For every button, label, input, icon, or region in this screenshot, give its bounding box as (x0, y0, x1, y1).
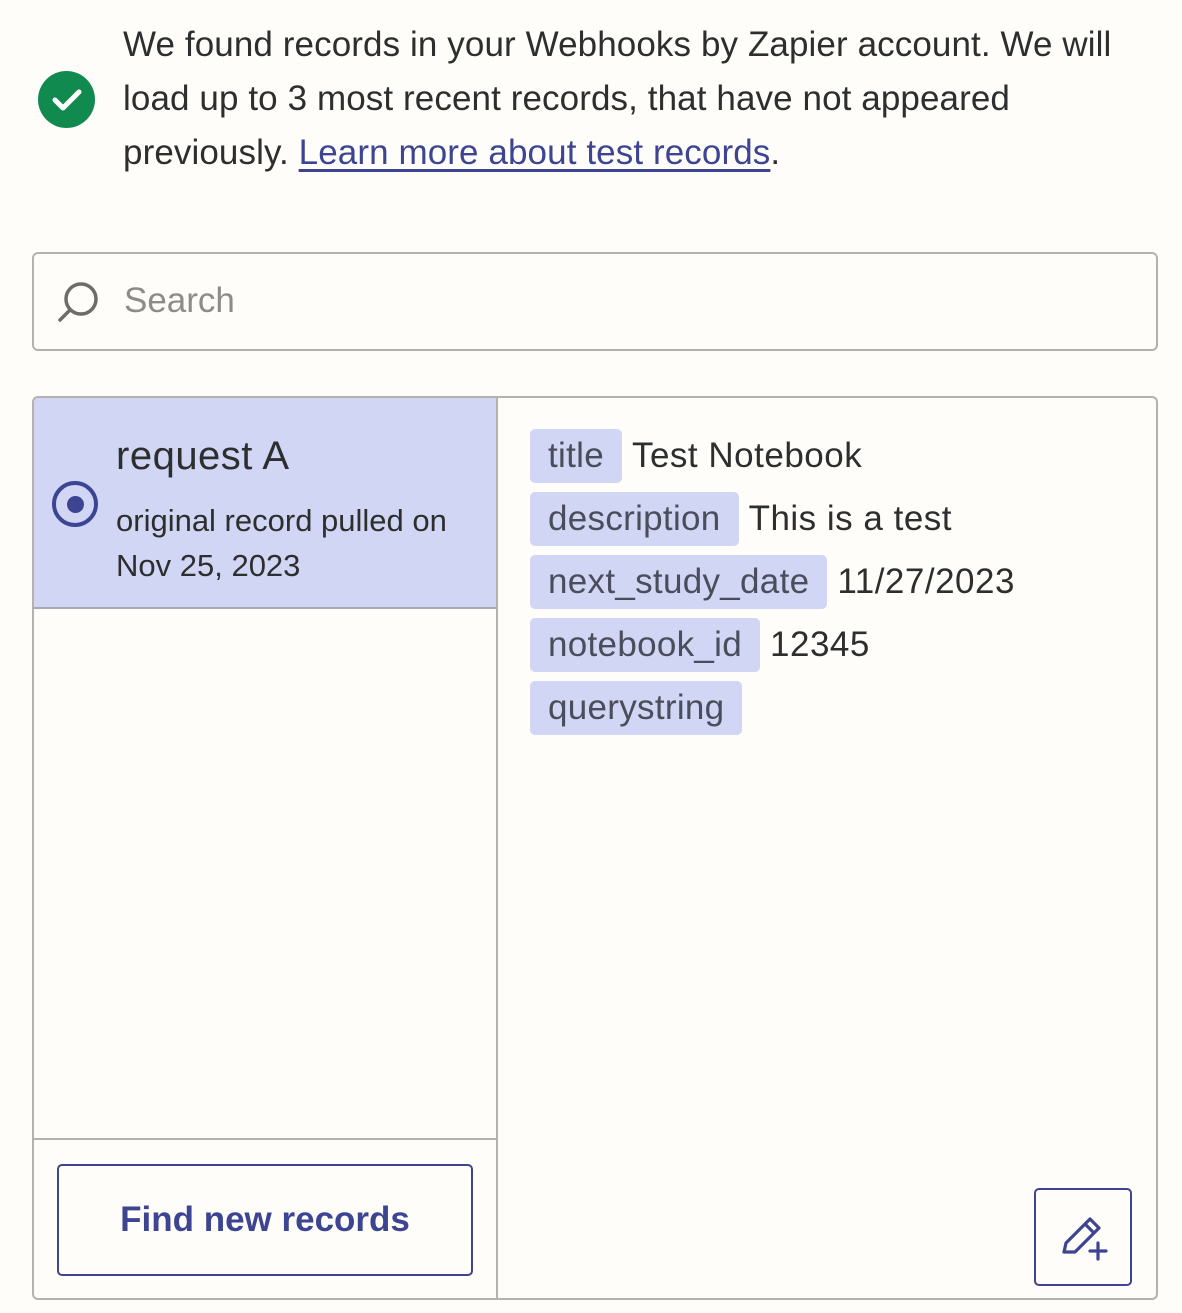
field-key: title (530, 429, 622, 483)
record-subtitle: original record pulled on Nov 25, 2023 (116, 503, 447, 583)
check-circle-icon (38, 71, 95, 128)
field-value: This is a test (748, 499, 953, 538)
edit-record-button[interactable] (1034, 1188, 1132, 1286)
search-icon (58, 282, 98, 322)
records-list: request A original record pulled on Nov … (34, 398, 498, 1298)
field-value: 11/27/2023 (837, 562, 1015, 601)
radio-selected-icon[interactable] (52, 481, 98, 527)
field-key: description (530, 492, 739, 546)
field-row: description This is a test (530, 492, 952, 546)
notice-message: We found records in your Webhooks by Zap… (123, 18, 1163, 180)
field-row: next_study_date 11/27/2023 (530, 555, 1015, 609)
notice-suffix: . (770, 133, 781, 172)
find-new-records-button[interactable]: Find new records (57, 1164, 473, 1276)
field-value: 12345 (770, 625, 870, 664)
field-key: querystring (530, 681, 743, 735)
test-records-notice: We found records in your Webhooks by Zap… (0, 0, 1182, 200)
edit-add-icon (1062, 1217, 1108, 1261)
field-row: querystring (530, 681, 752, 735)
field-key: next_study_date (530, 555, 828, 609)
record-item-request-a[interactable]: request A original record pulled on Nov … (34, 398, 496, 609)
records-list-footer: Find new records (34, 1138, 496, 1298)
record-details: title Test Notebook description This is … (498, 398, 1156, 1298)
field-value: Test Notebook (631, 436, 863, 475)
field-row: notebook_id 12345 (530, 618, 870, 672)
learn-more-link[interactable]: Learn more about test records (299, 133, 771, 172)
field-row: title Test Notebook (530, 429, 862, 483)
records-panel: request A original record pulled on Nov … (32, 396, 1158, 1300)
field-key: notebook_id (530, 618, 761, 672)
search-input[interactable] (124, 275, 1124, 327)
record-title: request A (116, 434, 290, 478)
